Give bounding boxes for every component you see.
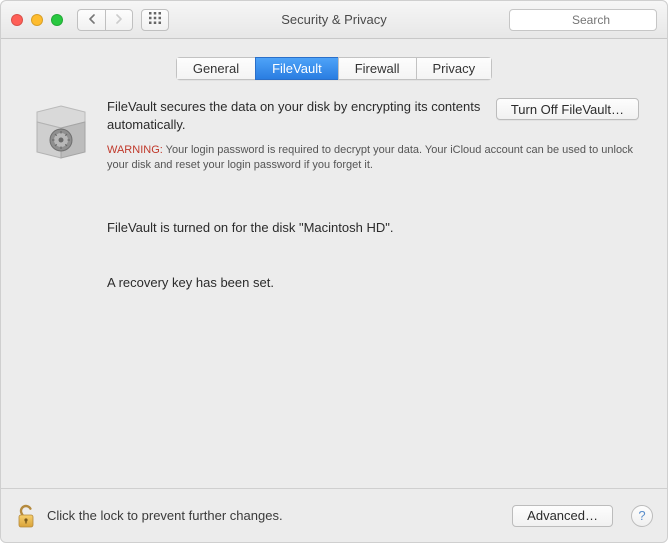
tab-privacy[interactable]: Privacy xyxy=(416,57,493,80)
help-button[interactable]: ? xyxy=(631,505,653,527)
copy-block: FileVault secures the data on your disk … xyxy=(107,98,639,292)
tab-firewall[interactable]: Firewall xyxy=(338,57,416,80)
main-panel: FileVault secures the data on your disk … xyxy=(15,92,653,488)
warning-text: Your login password is required to decry… xyxy=(107,144,633,171)
forward-button[interactable] xyxy=(105,9,133,31)
nav-group xyxy=(77,9,133,31)
zoom-window-button[interactable] xyxy=(51,14,63,26)
tab-group: General FileVault Firewall Privacy xyxy=(176,57,492,80)
advanced-button[interactable]: Advanced… xyxy=(512,505,613,527)
filevault-pref-icon xyxy=(29,100,93,164)
window-root: Security & Privacy General FileVault Fir… xyxy=(0,0,668,543)
close-window-button[interactable] xyxy=(11,14,23,26)
back-button[interactable] xyxy=(77,9,105,31)
tab-filevault[interactable]: FileVault xyxy=(255,57,338,80)
minimize-window-button[interactable] xyxy=(31,14,43,26)
filevault-status-text: FileVault is turned on for the disk "Mac… xyxy=(107,219,639,237)
search-wrap xyxy=(509,9,657,31)
show-all-button[interactable] xyxy=(141,9,169,31)
warning-label: WARNING: xyxy=(107,144,163,156)
chevron-right-icon xyxy=(115,13,123,27)
chevron-left-icon xyxy=(88,13,96,27)
intro-text: FileVault secures the data on your disk … xyxy=(107,98,482,133)
tab-general[interactable]: General xyxy=(176,57,255,80)
turn-off-filevault-button[interactable]: Turn Off FileVault… xyxy=(496,98,639,120)
recovery-key-text: A recovery key has been set. xyxy=(107,274,639,292)
tabs-row: General FileVault Firewall Privacy xyxy=(1,39,667,92)
lock-hint-text: Click the lock to prevent further change… xyxy=(47,508,283,523)
traffic-lights xyxy=(11,14,63,26)
grid-icon xyxy=(149,12,161,27)
search-input[interactable] xyxy=(509,9,657,31)
warning-block: WARNING: Your login password is required… xyxy=(107,143,639,173)
titlebar: Security & Privacy xyxy=(1,1,667,39)
footer: Click the lock to prevent further change… xyxy=(1,488,667,542)
lock-icon[interactable] xyxy=(15,503,37,529)
